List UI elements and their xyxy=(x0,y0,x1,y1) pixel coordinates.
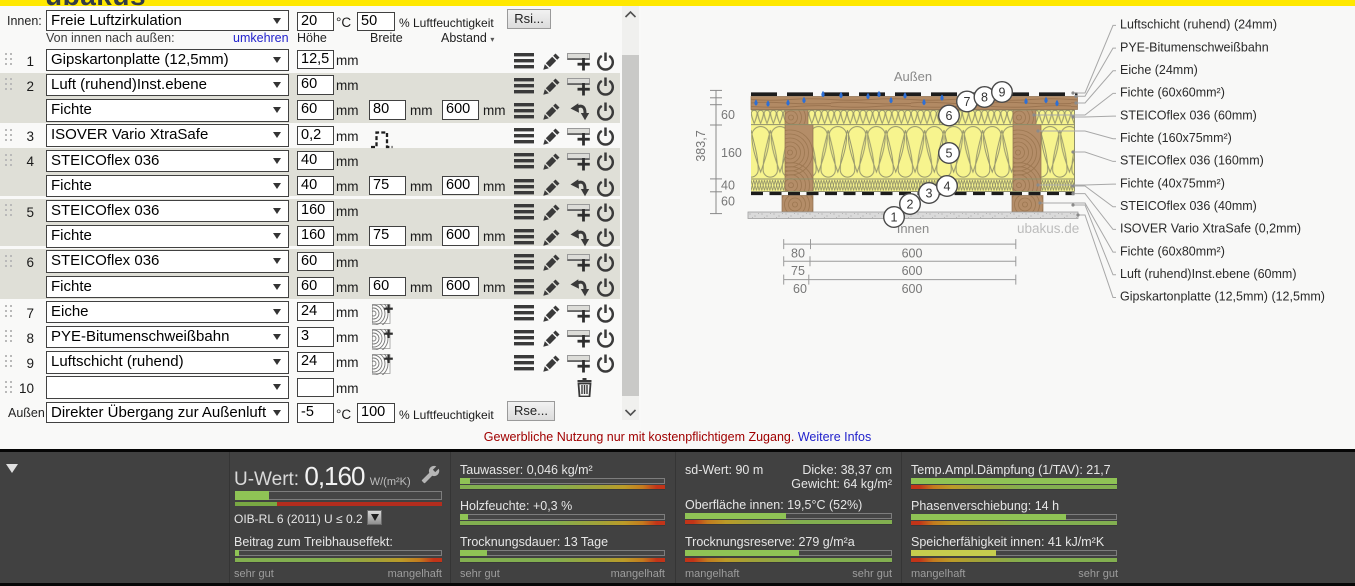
svg-text:Luft (ruhend)Inst.ebene (60mm): Luft (ruhend)Inst.ebene (60mm) xyxy=(1120,267,1296,281)
svg-text:8: 8 xyxy=(981,91,988,105)
svg-text:60: 60 xyxy=(793,282,807,296)
svg-text:383,7: 383,7 xyxy=(694,130,708,161)
svg-text:STEICOflex 036 (60mm): STEICOflex 036 (60mm) xyxy=(1120,108,1257,122)
svg-text:Fichte (40x75mm²): Fichte (40x75mm²) xyxy=(1120,176,1225,190)
svg-text:ISOVER Vario XtraSafe (0,2mm): ISOVER Vario XtraSafe (0,2mm) xyxy=(1120,222,1301,236)
svg-text:60: 60 xyxy=(721,108,735,122)
svg-text:80: 80 xyxy=(791,247,805,261)
svg-text:3: 3 xyxy=(926,187,933,201)
svg-text:7: 7 xyxy=(964,95,971,109)
svg-text:STEICOflex 036 (160mm): STEICOflex 036 (160mm) xyxy=(1120,154,1264,168)
svg-text:5: 5 xyxy=(946,147,953,161)
svg-text:1: 1 xyxy=(891,211,898,225)
svg-text:9: 9 xyxy=(999,86,1006,100)
svg-text:Fichte (60x80mm²): Fichte (60x80mm²) xyxy=(1120,244,1225,258)
svg-text:2: 2 xyxy=(907,198,914,212)
svg-text:600: 600 xyxy=(902,264,923,278)
svg-text:160: 160 xyxy=(721,146,742,160)
svg-text:60: 60 xyxy=(721,195,735,209)
svg-text:STEICOflex 036 (40mm): STEICOflex 036 (40mm) xyxy=(1120,199,1257,213)
svg-text:40: 40 xyxy=(721,179,735,193)
svg-text:75: 75 xyxy=(791,264,805,278)
svg-text:Gipskartonplatte (12,5mm) (12,: Gipskartonplatte (12,5mm) (12,5mm) xyxy=(1120,290,1325,304)
svg-text:ubakus.de: ubakus.de xyxy=(1017,221,1079,236)
svg-text:Fichte (160x75mm²): Fichte (160x75mm²) xyxy=(1120,131,1232,145)
svg-text:Fichte (60x60mm²): Fichte (60x60mm²) xyxy=(1120,86,1225,100)
svg-text:600: 600 xyxy=(902,247,923,261)
svg-text:6: 6 xyxy=(946,109,953,123)
svg-text:Eiche (24mm): Eiche (24mm) xyxy=(1120,63,1198,77)
svg-text:4: 4 xyxy=(944,180,951,194)
svg-text:Luftschicht (ruhend) (24mm): Luftschicht (ruhend) (24mm) xyxy=(1120,18,1277,32)
svg-text:Außen: Außen xyxy=(894,69,932,84)
svg-text:600: 600 xyxy=(902,282,923,296)
svg-text:PYE-Bitumenschweißbahn: PYE-Bitumenschweißbahn xyxy=(1120,40,1269,54)
